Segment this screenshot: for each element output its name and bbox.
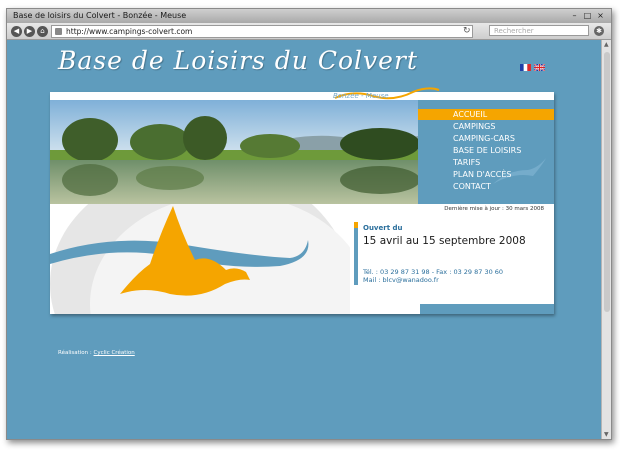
back-arrow-icon[interactable]: ◀ xyxy=(11,26,22,37)
last-update: Dernière mise à jour : 30 mars 2008 xyxy=(444,206,544,212)
gear-icon[interactable]: ✱ xyxy=(594,26,604,36)
scroll-down-icon[interactable]: ▼ xyxy=(604,431,609,438)
menu-item-plan-d-acc-s[interactable]: PLAN D'ACCÈS xyxy=(418,169,554,180)
menu-item-campings[interactable]: CAMPINGS xyxy=(418,121,554,132)
vertical-scrollbar[interactable]: ▲ ▼ xyxy=(601,40,611,439)
maximize-button[interactable]: □ xyxy=(583,11,592,20)
credit-line: Réalisation : Cyclic Création xyxy=(58,350,135,356)
url-text: http://www.campings-colvert.com xyxy=(66,27,193,36)
language-switcher xyxy=(520,64,545,71)
menu-item-contact[interactable]: CONTACT xyxy=(418,181,554,192)
site-subtitle: Bonzée - Meuse xyxy=(333,92,389,100)
open-dates: 15 avril au 15 septembre 2008 xyxy=(363,235,526,247)
reload-icon[interactable]: ↻ xyxy=(463,26,471,36)
site-favicon-icon xyxy=(55,28,62,35)
info-accent-cap xyxy=(354,222,358,228)
site-title: Base de Loisirs du Colvert xyxy=(58,46,418,75)
credit-prefix: Réalisation : xyxy=(58,350,92,356)
lake-photo xyxy=(50,100,418,204)
menu-item-accueil[interactable]: ACCUEIL xyxy=(418,109,554,120)
contact-phone: Tél. : 03 29 87 31 98 - Fax : 03 29 87 3… xyxy=(363,268,504,276)
open-label: Ouvert du xyxy=(363,224,403,232)
scroll-up-icon[interactable]: ▲ xyxy=(604,41,609,48)
credit-link[interactable]: Cyclic Création xyxy=(94,350,135,356)
menu-item-base-de-loisirs[interactable]: BASE DE LOISIRS xyxy=(418,145,554,156)
title-bar: Base de loisirs du Colvert - Bonzée - Me… xyxy=(7,9,611,23)
duck-logo xyxy=(50,204,350,314)
menu-item-camping-cars[interactable]: CAMPING-CARS xyxy=(418,133,554,144)
site-content-card: Bonzée - Meuse ACCUEIL CAMPINGS CAMPING-… xyxy=(50,87,554,314)
en-flag-icon[interactable] xyxy=(534,64,545,71)
home-icon[interactable]: ⌂ xyxy=(37,26,48,37)
minimize-button[interactable]: – xyxy=(570,11,579,20)
fr-flag-icon[interactable] xyxy=(520,64,531,71)
address-bar[interactable]: http://www.campings-colvert.com xyxy=(51,25,473,38)
bottom-strip xyxy=(420,304,554,314)
main-menu: ACCUEIL CAMPINGS CAMPING-CARS BASE DE LOISI… xyxy=(418,100,554,204)
forward-arrow-icon[interactable]: ▶ xyxy=(24,26,35,37)
search-input[interactable]: Rechercher xyxy=(489,25,589,36)
info-accent-bar xyxy=(354,222,358,285)
window-title: Base de loisirs du Colvert - Bonzée - Me… xyxy=(13,11,187,20)
contact-mail[interactable]: Mail : blcv@wanadoo.fr xyxy=(363,276,439,284)
browser-toolbar: ◀ ▶ ⌂ http://www.campings-colvert.com ↻ … xyxy=(7,23,611,40)
close-button[interactable]: × xyxy=(596,11,605,20)
top-strip xyxy=(50,92,554,100)
scroll-thumb[interactable] xyxy=(604,52,610,312)
window-controls: – □ × xyxy=(570,11,605,20)
menu-item-tarifs[interactable]: TARIFS xyxy=(418,157,554,168)
